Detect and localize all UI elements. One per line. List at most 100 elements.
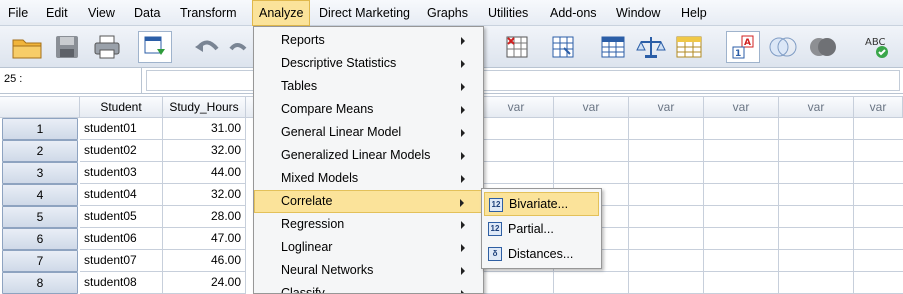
- menu-utilities[interactable]: Utilities: [482, 0, 534, 26]
- study-hours-cell[interactable]: 44.00: [163, 162, 246, 184]
- value-labels-icon[interactable]: A1: [726, 31, 760, 63]
- menu-item-label: General Linear Model: [281, 125, 402, 139]
- study-hours-cell[interactable]: 24.00: [163, 272, 246, 294]
- corner-cell[interactable]: [0, 96, 80, 118]
- student-cell[interactable]: student08: [80, 272, 163, 294]
- menu-item-general-linear-model[interactable]: General Linear Model: [254, 121, 483, 144]
- study-hours-cell[interactable]: 47.00: [163, 228, 246, 250]
- redo-icon[interactable]: [222, 31, 256, 63]
- menu-item-label: Mixed Models: [281, 171, 359, 185]
- column-header[interactable]: var: [854, 96, 903, 118]
- menu-item-generalized-linear-models[interactable]: Generalized Linear Models: [254, 144, 483, 167]
- submenu-item-bivariate[interactable]: 12 Bivariate...: [484, 192, 599, 216]
- submenu-arrow-icon: [461, 290, 465, 293]
- use-sets-icon[interactable]: [766, 31, 800, 63]
- menu-edit[interactable]: Edit: [40, 0, 74, 26]
- study-hours-cell[interactable]: 46.00: [163, 250, 246, 272]
- menu-add-ons[interactable]: Add-ons: [544, 0, 603, 26]
- submenu-arrow-icon: [461, 221, 465, 229]
- menu-item-regression[interactable]: Regression: [254, 213, 483, 236]
- menu-direct-marketing[interactable]: Direct Marketing: [313, 0, 416, 26]
- study-hours-cell[interactable]: 32.00: [163, 184, 246, 206]
- menu-item-label: Classify: [281, 286, 325, 294]
- menu-data[interactable]: Data: [128, 0, 166, 26]
- analyze-menu: Reports Descriptive Statistics Tables Co…: [253, 26, 484, 294]
- study-hours-cell[interactable]: 32.00: [163, 140, 246, 162]
- student-cell[interactable]: student04: [80, 184, 163, 206]
- submenu-arrow-icon: [461, 244, 465, 252]
- column-header[interactable]: var: [704, 96, 779, 118]
- submenu-arrow-icon: [461, 175, 465, 183]
- submenu-arrow-icon: [461, 129, 465, 137]
- student-cell[interactable]: student07: [80, 250, 163, 272]
- row-number[interactable]: 7: [2, 250, 78, 272]
- column-header[interactable]: Study_Hours: [163, 96, 246, 118]
- menu-window[interactable]: Window: [610, 0, 666, 26]
- row-number[interactable]: 5: [2, 206, 78, 228]
- print-icon[interactable]: [90, 31, 124, 63]
- svg-text:1: 1: [735, 49, 741, 59]
- menu-view[interactable]: View: [82, 0, 121, 26]
- menu-item-compare-means[interactable]: Compare Means: [254, 98, 483, 121]
- row-number[interactable]: 1: [2, 118, 78, 140]
- column-header[interactable]: var: [779, 96, 854, 118]
- menu-item-label: Neural Networks: [281, 263, 374, 277]
- split-file-icon[interactable]: [596, 31, 630, 63]
- student-cell[interactable]: student06: [80, 228, 163, 250]
- menu-item-neural-networks[interactable]: Neural Networks: [254, 259, 483, 282]
- menu-bar: File Edit View Data Transform Analyze Di…: [0, 0, 903, 26]
- menu-item-descriptive-statistics[interactable]: Descriptive Statistics: [254, 52, 483, 75]
- submenu-arrow-icon: [460, 199, 464, 207]
- open-folder-icon[interactable]: [10, 31, 44, 63]
- submenu-arrow-icon: [461, 106, 465, 114]
- study-hours-cell[interactable]: 31.00: [163, 118, 246, 140]
- bivariate-icon: 12: [489, 198, 503, 212]
- column-header[interactable]: Student: [80, 96, 163, 118]
- select-cases-icon[interactable]: [672, 31, 706, 63]
- menu-help[interactable]: Help: [675, 0, 713, 26]
- menu-item-correlate[interactable]: Correlate: [254, 190, 483, 213]
- insert-variable-icon[interactable]: [546, 31, 580, 63]
- menu-graphs[interactable]: Graphs: [421, 0, 474, 26]
- distances-icon: δ: [488, 247, 502, 261]
- row-number[interactable]: 8: [2, 272, 78, 294]
- undo-icon[interactable]: [190, 31, 224, 63]
- menu-file[interactable]: File: [2, 0, 34, 26]
- submenu-item-distances[interactable]: δ Distances...: [484, 242, 599, 266]
- student-cell[interactable]: student02: [80, 140, 163, 162]
- dialog-recall-icon[interactable]: [138, 31, 172, 63]
- menu-item-label: Reports: [281, 33, 325, 47]
- menu-item-label: Generalized Linear Models: [281, 148, 431, 162]
- menu-item-mixed-models[interactable]: Mixed Models: [254, 167, 483, 190]
- study-hours-cell[interactable]: 28.00: [163, 206, 246, 228]
- menu-item-classify[interactable]: Classify: [254, 282, 483, 294]
- submenu-arrow-icon: [461, 37, 465, 45]
- save-icon[interactable]: [50, 31, 84, 63]
- row-number[interactable]: 2: [2, 140, 78, 162]
- column-header[interactable]: var: [629, 96, 704, 118]
- menu-item-tables[interactable]: Tables: [254, 75, 483, 98]
- correlate-submenu: 12 Bivariate... 12 Partial... δ Distance…: [481, 188, 602, 269]
- menu-analyze[interactable]: Analyze: [252, 0, 311, 26]
- submenu-item-partial[interactable]: 12 Partial...: [484, 217, 599, 241]
- menu-transform[interactable]: Transform: [174, 0, 243, 26]
- row-number[interactable]: 4: [2, 184, 78, 206]
- student-cell[interactable]: student05: [80, 206, 163, 228]
- menu-item-reports[interactable]: Reports: [254, 29, 483, 52]
- menu-item-label: Loglinear: [281, 240, 333, 254]
- partial-icon: 12: [488, 222, 502, 236]
- row-number[interactable]: 3: [2, 162, 78, 184]
- show-all-variables-icon[interactable]: [806, 31, 840, 63]
- row-number[interactable]: 6: [2, 228, 78, 250]
- spell-check-icon[interactable]: ABC: [860, 31, 894, 63]
- weight-cases-icon[interactable]: [634, 31, 668, 63]
- submenu-item-label: Partial...: [508, 222, 554, 236]
- submenu-item-label: Distances...: [508, 247, 574, 261]
- insert-cases-icon[interactable]: [500, 31, 534, 63]
- menu-item-loglinear[interactable]: Loglinear: [254, 236, 483, 259]
- student-cell[interactable]: student03: [80, 162, 163, 184]
- student-cell[interactable]: student01: [80, 118, 163, 140]
- submenu-arrow-icon: [461, 267, 465, 275]
- column-header[interactable]: var: [554, 96, 629, 118]
- column-header[interactable]: var: [479, 96, 554, 118]
